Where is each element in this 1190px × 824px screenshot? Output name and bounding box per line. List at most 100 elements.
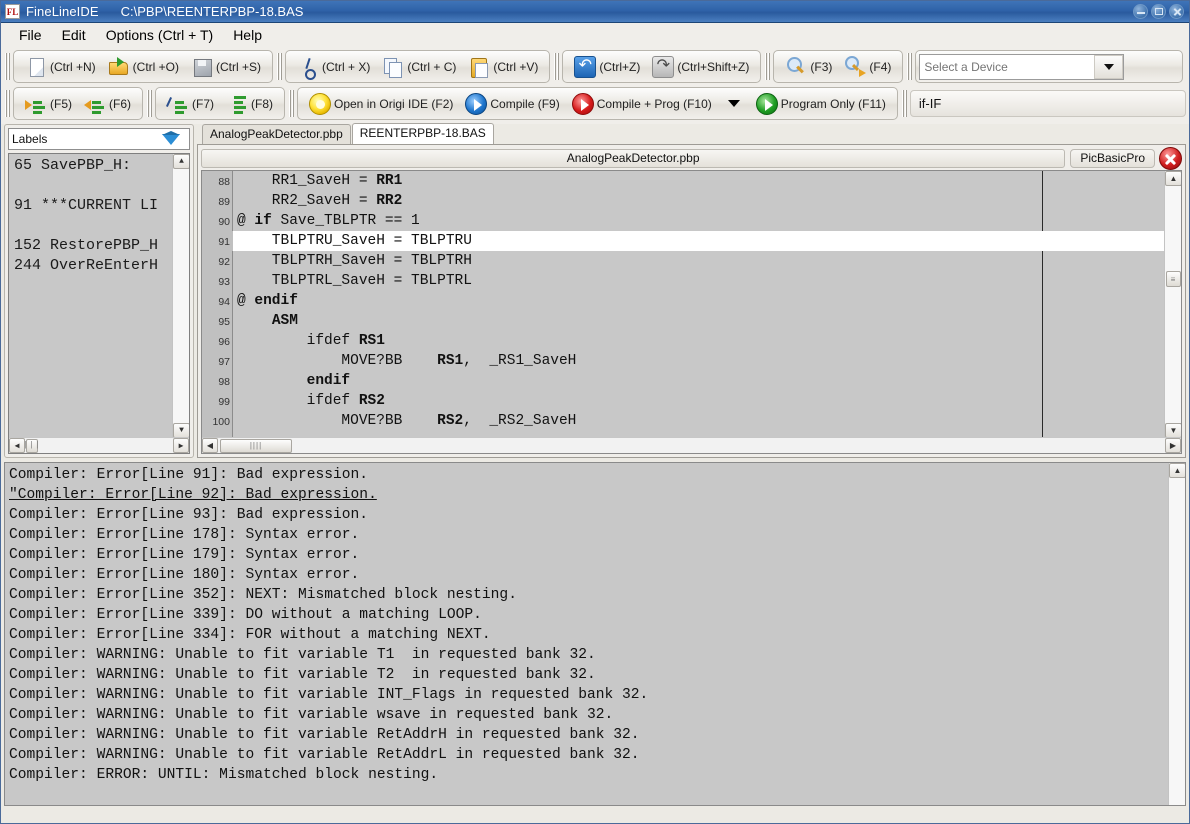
menu-item-file[interactable]: File: [9, 25, 52, 45]
console-line[interactable]: Compiler: Error[Line 91]: Bad expression…: [9, 465, 1165, 485]
scroll-up-arrow-icon[interactable]: ▲: [173, 154, 190, 169]
console-vertical-scrollbar[interactable]: ▲: [1168, 463, 1185, 805]
tab-analogpeakdetector[interactable]: AnalogPeakDetector.pbp: [202, 124, 351, 144]
save-disk-icon: [191, 56, 213, 78]
labels-vertical-scrollbar[interactable]: ▲ ▼: [172, 154, 189, 438]
console-line[interactable]: Compiler: Error[Line 179]: Syntax error.: [9, 545, 1165, 565]
code-line[interactable]: 96 ifdef RS1: [202, 331, 1164, 351]
undo-button[interactable]: (Ctrl+Z): [568, 53, 646, 80]
code-hscroll-thumb[interactable]: ||||: [220, 439, 292, 453]
toolbar-grip[interactable]: [147, 90, 152, 117]
toolbar-grip[interactable]: [907, 53, 912, 80]
code-line[interactable]: 98 endif: [202, 371, 1164, 391]
toolbar-grip[interactable]: [289, 90, 294, 117]
code-line[interactable]: 99 ifdef RS2: [202, 391, 1164, 411]
console-line[interactable]: Compiler: Error[Line 339]: DO without a …: [9, 605, 1165, 625]
labels-selector[interactable]: Labels: [8, 128, 190, 150]
new-file-button[interactable]: (Ctrl +N): [19, 53, 102, 80]
labels-horizontal-scrollbar[interactable]: ◀ ||| ▶: [9, 437, 189, 453]
code-line[interactable]: 91 TBLPTRU_SaveH = TBLPTRU: [202, 231, 1164, 251]
tab-reenterpbp[interactable]: REENTERPBP-18.BAS: [352, 123, 494, 144]
code-line[interactable]: 100 MOVE?BB RS2, _RS2_SaveH: [202, 411, 1164, 431]
scroll-up-arrow-icon[interactable]: ▲: [1165, 171, 1182, 186]
language-pill[interactable]: PicBasicPro: [1070, 149, 1155, 168]
code-line[interactable]: 93 TBLPTRL_SaveH = TBLPTRL: [202, 271, 1164, 291]
code-vertical-scrollbar[interactable]: ▲ ≡ ▼: [1164, 171, 1181, 438]
menu-item-options[interactable]: Options (Ctrl + T): [96, 25, 224, 45]
redo-button[interactable]: (Ctrl+Shift+Z): [646, 53, 755, 80]
compile-button[interactable]: Compile (F9): [459, 90, 565, 117]
maximize-icon[interactable]: [1151, 4, 1166, 19]
toolbar-grip[interactable]: [554, 53, 559, 80]
close-icon[interactable]: [1169, 4, 1184, 19]
list-item[interactable]: 91 ***CURRENT LI: [14, 196, 189, 216]
device-input[interactable]: [920, 55, 1093, 79]
indent-left-button[interactable]: (F6): [78, 90, 137, 117]
code-line[interactable]: 89 RR2_SaveH = RR2: [202, 191, 1164, 211]
code-line[interactable]: 90@ if Save_TBLPTR == 1: [202, 211, 1164, 231]
toolbar-grip[interactable]: [765, 53, 770, 80]
scroll-down-arrow-icon[interactable]: ▼: [1165, 423, 1182, 438]
toolbar-grip[interactable]: [902, 90, 907, 117]
open-in-ide-button[interactable]: Open in Origi IDE (F2): [303, 90, 459, 117]
list-item[interactable]: [14, 216, 189, 236]
code-editor[interactable]: 88 RR1_SaveH = RR189 RR2_SaveH = RR290@ …: [201, 170, 1182, 454]
paste-button[interactable]: (Ctrl +V): [462, 53, 544, 80]
open-file-button[interactable]: (Ctrl +O): [102, 53, 185, 80]
program-only-button[interactable]: Program Only (F11): [750, 90, 892, 117]
console-line[interactable]: Compiler: Error[Line 180]: Syntax error.: [9, 565, 1165, 585]
console-line[interactable]: Compiler: ERROR: UNTIL: Mismatched block…: [9, 765, 1165, 785]
code-line[interactable]: 95 ASM: [202, 311, 1164, 331]
labels-hscroll-thumb[interactable]: |||: [26, 439, 38, 453]
code-vscroll-thumb[interactable]: ≡: [1166, 271, 1181, 287]
scroll-up-arrow-icon[interactable]: ▲: [1169, 463, 1186, 478]
list-item[interactable]: [14, 176, 189, 196]
chevron-down-icon[interactable]: [1093, 55, 1123, 79]
comment-button[interactable]: (F7): [161, 90, 220, 117]
code-line[interactable]: 92 TBLPTRH_SaveH = TBLPTRH: [202, 251, 1164, 271]
scroll-right-arrow-icon[interactable]: ▶: [1165, 438, 1181, 453]
list-item[interactable]: 244 OverReEnterH: [14, 256, 189, 276]
console-line[interactable]: Compiler: WARNING: Unable to fit variabl…: [9, 725, 1165, 745]
toolbar-grip[interactable]: [5, 53, 10, 80]
list-item[interactable]: 65 SavePBP_H:: [14, 156, 189, 176]
compile-and-program-button[interactable]: Compile + Prog (F10): [566, 90, 718, 117]
toolbar-grip[interactable]: [5, 90, 10, 117]
list-item[interactable]: 152 RestorePBP_H: [14, 236, 189, 256]
menu-item-help[interactable]: Help: [223, 25, 272, 45]
console-line[interactable]: Compiler: WARNING: Unable to fit variabl…: [9, 645, 1165, 665]
labels-list[interactable]: 65 SavePBP_H: 91 ***CURRENT LI 152 Resto…: [8, 153, 190, 454]
console-line[interactable]: Compiler: WARNING: Unable to fit variabl…: [9, 705, 1165, 725]
find-button[interactable]: (F3): [779, 53, 838, 80]
indent-right-button[interactable]: (F5): [19, 90, 78, 117]
code-line[interactable]: 88 RR1_SaveH = RR1: [202, 171, 1164, 191]
toolbar-grip[interactable]: [277, 53, 282, 80]
open-in-ide-orb-icon: [309, 93, 331, 115]
device-combo[interactable]: [919, 54, 1124, 80]
minimize-icon[interactable]: [1133, 4, 1148, 19]
console-line[interactable]: Compiler: Error[Line 93]: Bad expression…: [9, 505, 1165, 525]
console-line[interactable]: Compiler: WARNING: Unable to fit variabl…: [9, 685, 1165, 705]
close-circle-icon[interactable]: [1159, 147, 1182, 170]
code-horizontal-scrollbar[interactable]: ◀ |||| ▶: [202, 437, 1181, 453]
scroll-right-arrow-icon[interactable]: ▶: [173, 438, 189, 453]
console-line[interactable]: Compiler: Error[Line 334]: FOR without a…: [9, 625, 1165, 645]
code-line[interactable]: 94@ endif: [202, 291, 1164, 311]
compiler-output-console[interactable]: Compiler: Error[Line 91]: Bad expression…: [4, 462, 1186, 806]
console-line[interactable]: "Compiler: Error[Line 92]: Bad expressio…: [9, 485, 1165, 505]
scroll-down-arrow-icon[interactable]: ▼: [173, 423, 190, 438]
save-file-button[interactable]: (Ctrl +S): [185, 53, 267, 80]
scroll-left-arrow-icon[interactable]: ◀: [202, 438, 218, 453]
cut-button[interactable]: (Ctrl + X): [291, 53, 376, 80]
copy-button[interactable]: (Ctrl + C): [376, 53, 462, 80]
console-line[interactable]: Compiler: Error[Line 352]: NEXT: Mismatc…: [9, 585, 1165, 605]
chevron-down-icon[interactable]: [728, 100, 740, 107]
console-line[interactable]: Compiler: Error[Line 178]: Syntax error.: [9, 525, 1165, 545]
find-next-button[interactable]: (F4): [838, 53, 897, 80]
menu-item-edit[interactable]: Edit: [52, 25, 96, 45]
code-line[interactable]: 97 MOVE?BB RS1, _RS1_SaveH: [202, 351, 1164, 371]
diamond-dropdown-icon[interactable]: [162, 134, 180, 145]
uncomment-button[interactable]: (F8): [220, 90, 279, 117]
console-line[interactable]: Compiler: WARNING: Unable to fit variabl…: [9, 665, 1165, 685]
console-line[interactable]: Compiler: WARNING: Unable to fit variabl…: [9, 745, 1165, 765]
